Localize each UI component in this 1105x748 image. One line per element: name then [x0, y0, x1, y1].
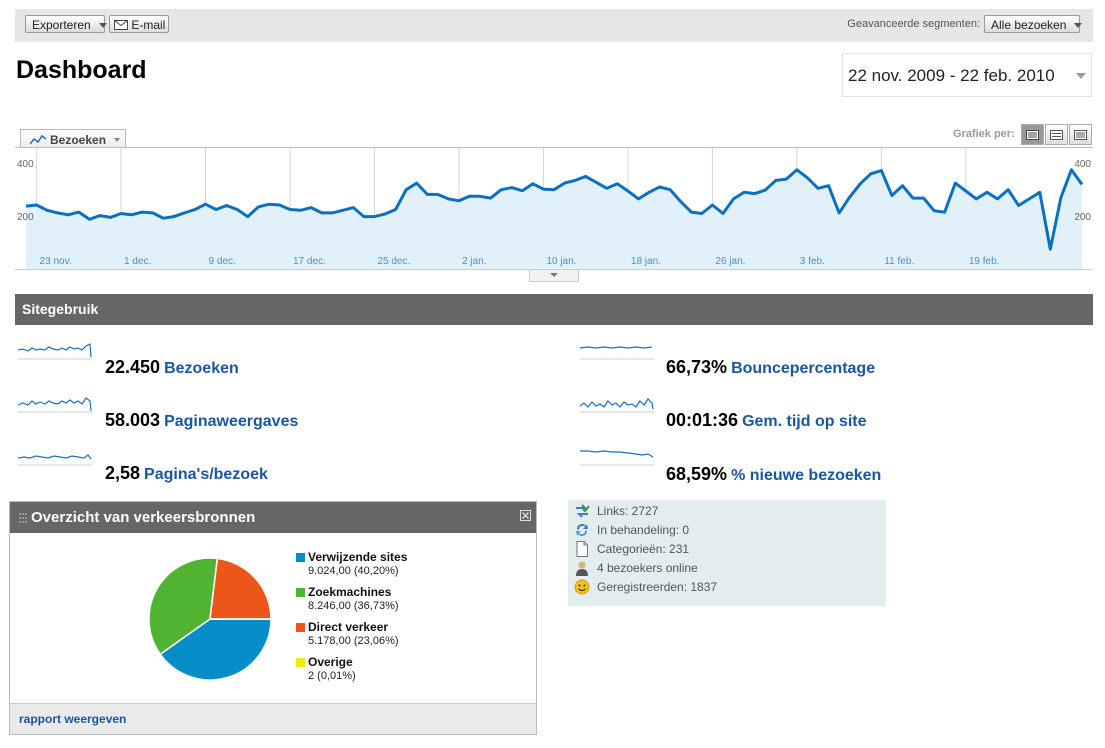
metric-value: 68,59% — [666, 464, 728, 484]
metric-link[interactable]: % nieuwe bezoeken — [731, 467, 881, 484]
legend-swatch — [296, 658, 305, 667]
traffic-pie-chart — [148, 557, 272, 681]
pageviews-sparkline — [18, 397, 92, 413]
categories-icon — [576, 541, 588, 557]
close-icon[interactable] — [520, 510, 531, 521]
new-visits-sparkline — [580, 450, 654, 466]
view-report-link[interactable]: rapport weergeven — [19, 712, 126, 726]
y-tick-label: 400 — [1074, 159, 1091, 170]
site-stats-box: Links: 2727 In behandeling: 0 Categorieë… — [568, 500, 886, 606]
y-tick-label: 200 — [1074, 212, 1091, 223]
y-tick-label: 200 — [17, 212, 34, 223]
metric-link[interactable]: Bezoeken — [164, 360, 239, 377]
x-tick-label: 23 nov. — [40, 256, 72, 267]
drag-handle-icon[interactable] — [19, 513, 27, 523]
chevron-down-icon — [550, 273, 558, 277]
traffic-sources-header: Overzicht van verkeersbronnen — [10, 502, 536, 533]
bounce-rate-sparkline — [580, 346, 654, 360]
legend-swatch — [296, 553, 305, 562]
traffic-sources-footer: rapport weergeven — [10, 703, 536, 734]
metric-visits: 22.450 Bezoeken — [105, 357, 239, 378]
x-tick-label: 10 jan. — [546, 256, 576, 267]
stat-text: Links: 2727 — [597, 504, 659, 518]
stat-text: Categorieën: 231 — [597, 542, 690, 556]
site-usage-header: Sitegebruik — [15, 294, 1093, 325]
x-tick-label: 18 jan. — [631, 256, 661, 267]
metric-pages-per-visit: 2,58 Pagina's/bezoek — [105, 463, 268, 484]
metric-link[interactable]: Paginaweergaves — [164, 413, 298, 430]
x-tick-label: 1 dec. — [124, 256, 151, 267]
metric-value: 58.003 — [105, 410, 161, 430]
legend-name: Zoekmachines — [308, 585, 392, 599]
legend-name: Overige — [308, 655, 353, 669]
metric-time-on-site: 00:01:36 Gem. tijd op site — [666, 410, 867, 431]
y-tick-label: 400 — [17, 159, 34, 170]
legend-value: 9.024,00 (40,20%) — [308, 565, 399, 577]
time-on-site-sparkline — [580, 398, 654, 413]
legend-value: 5.178,00 (23,06%) — [308, 635, 399, 647]
pending-icon — [576, 524, 588, 536]
visits-area — [26, 169, 1082, 269]
x-tick-label: 26 jan. — [715, 256, 745, 267]
stat-text: In behandeling: 0 — [597, 523, 690, 537]
x-tick-label: 19 feb. — [969, 256, 1000, 267]
metric-link[interactable]: Gem. tijd op site — [742, 413, 866, 430]
traffic-sources-panel: Overzicht van verkeersbronnen Verwijzend… — [9, 501, 537, 735]
pie-slice-direct-traffic[interactable] — [209, 557, 272, 620]
metric-bounce-rate: 66,73% Bouncepercentage — [666, 357, 875, 378]
legend-swatch — [296, 623, 305, 632]
visits-sparkline — [18, 343, 92, 360]
visits-chart: 400 400 200 200 23 nov. 1 dec. 9 dec. 17 dec. 2… — [15, 147, 1093, 270]
x-tick-label: 17 dec. — [293, 256, 326, 267]
x-tick-label: 25 dec. — [377, 256, 410, 267]
pages-per-visit-sparkline — [18, 454, 92, 466]
metric-link[interactable]: Pagina's/bezoek — [144, 466, 268, 483]
x-tick-label: 2 jan. — [462, 256, 486, 267]
chart-collapse-handle[interactable] — [529, 270, 579, 282]
visitors-online-icon — [576, 561, 588, 576]
legend-value: 2 (0,01%) — [308, 670, 356, 682]
metric-new-visits: 68,59%% nieuwe bezoeken — [666, 464, 881, 485]
x-tick-label: 3 feb. — [800, 256, 825, 267]
metric-value: 22.450 — [105, 357, 161, 377]
legend-value: 8.246,00 (36,73%) — [308, 600, 399, 612]
legend-name: Verwijzende sites — [308, 550, 408, 564]
metric-value: 66,73% — [666, 357, 728, 377]
legend-name: Direct verkeer — [308, 620, 389, 634]
x-tick-label: 9 dec. — [209, 256, 236, 267]
metric-link[interactable]: Bouncepercentage — [731, 360, 875, 377]
stat-text: Geregistreerden: 1837 — [597, 580, 718, 594]
legend-swatch — [296, 588, 305, 597]
stat-text: 4 bezoekers online — [597, 561, 698, 575]
metric-value: 00:01:36 — [666, 410, 739, 430]
traffic-sources-title: Overzicht van verkeersbronnen — [31, 509, 256, 526]
metric-pageviews: 58.003 Paginaweergaves — [105, 410, 298, 431]
links-icon — [576, 504, 590, 518]
x-tick-label: 11 feb. — [884, 256, 914, 267]
registered-icon — [574, 579, 590, 595]
metric-value: 2,58 — [105, 463, 141, 483]
